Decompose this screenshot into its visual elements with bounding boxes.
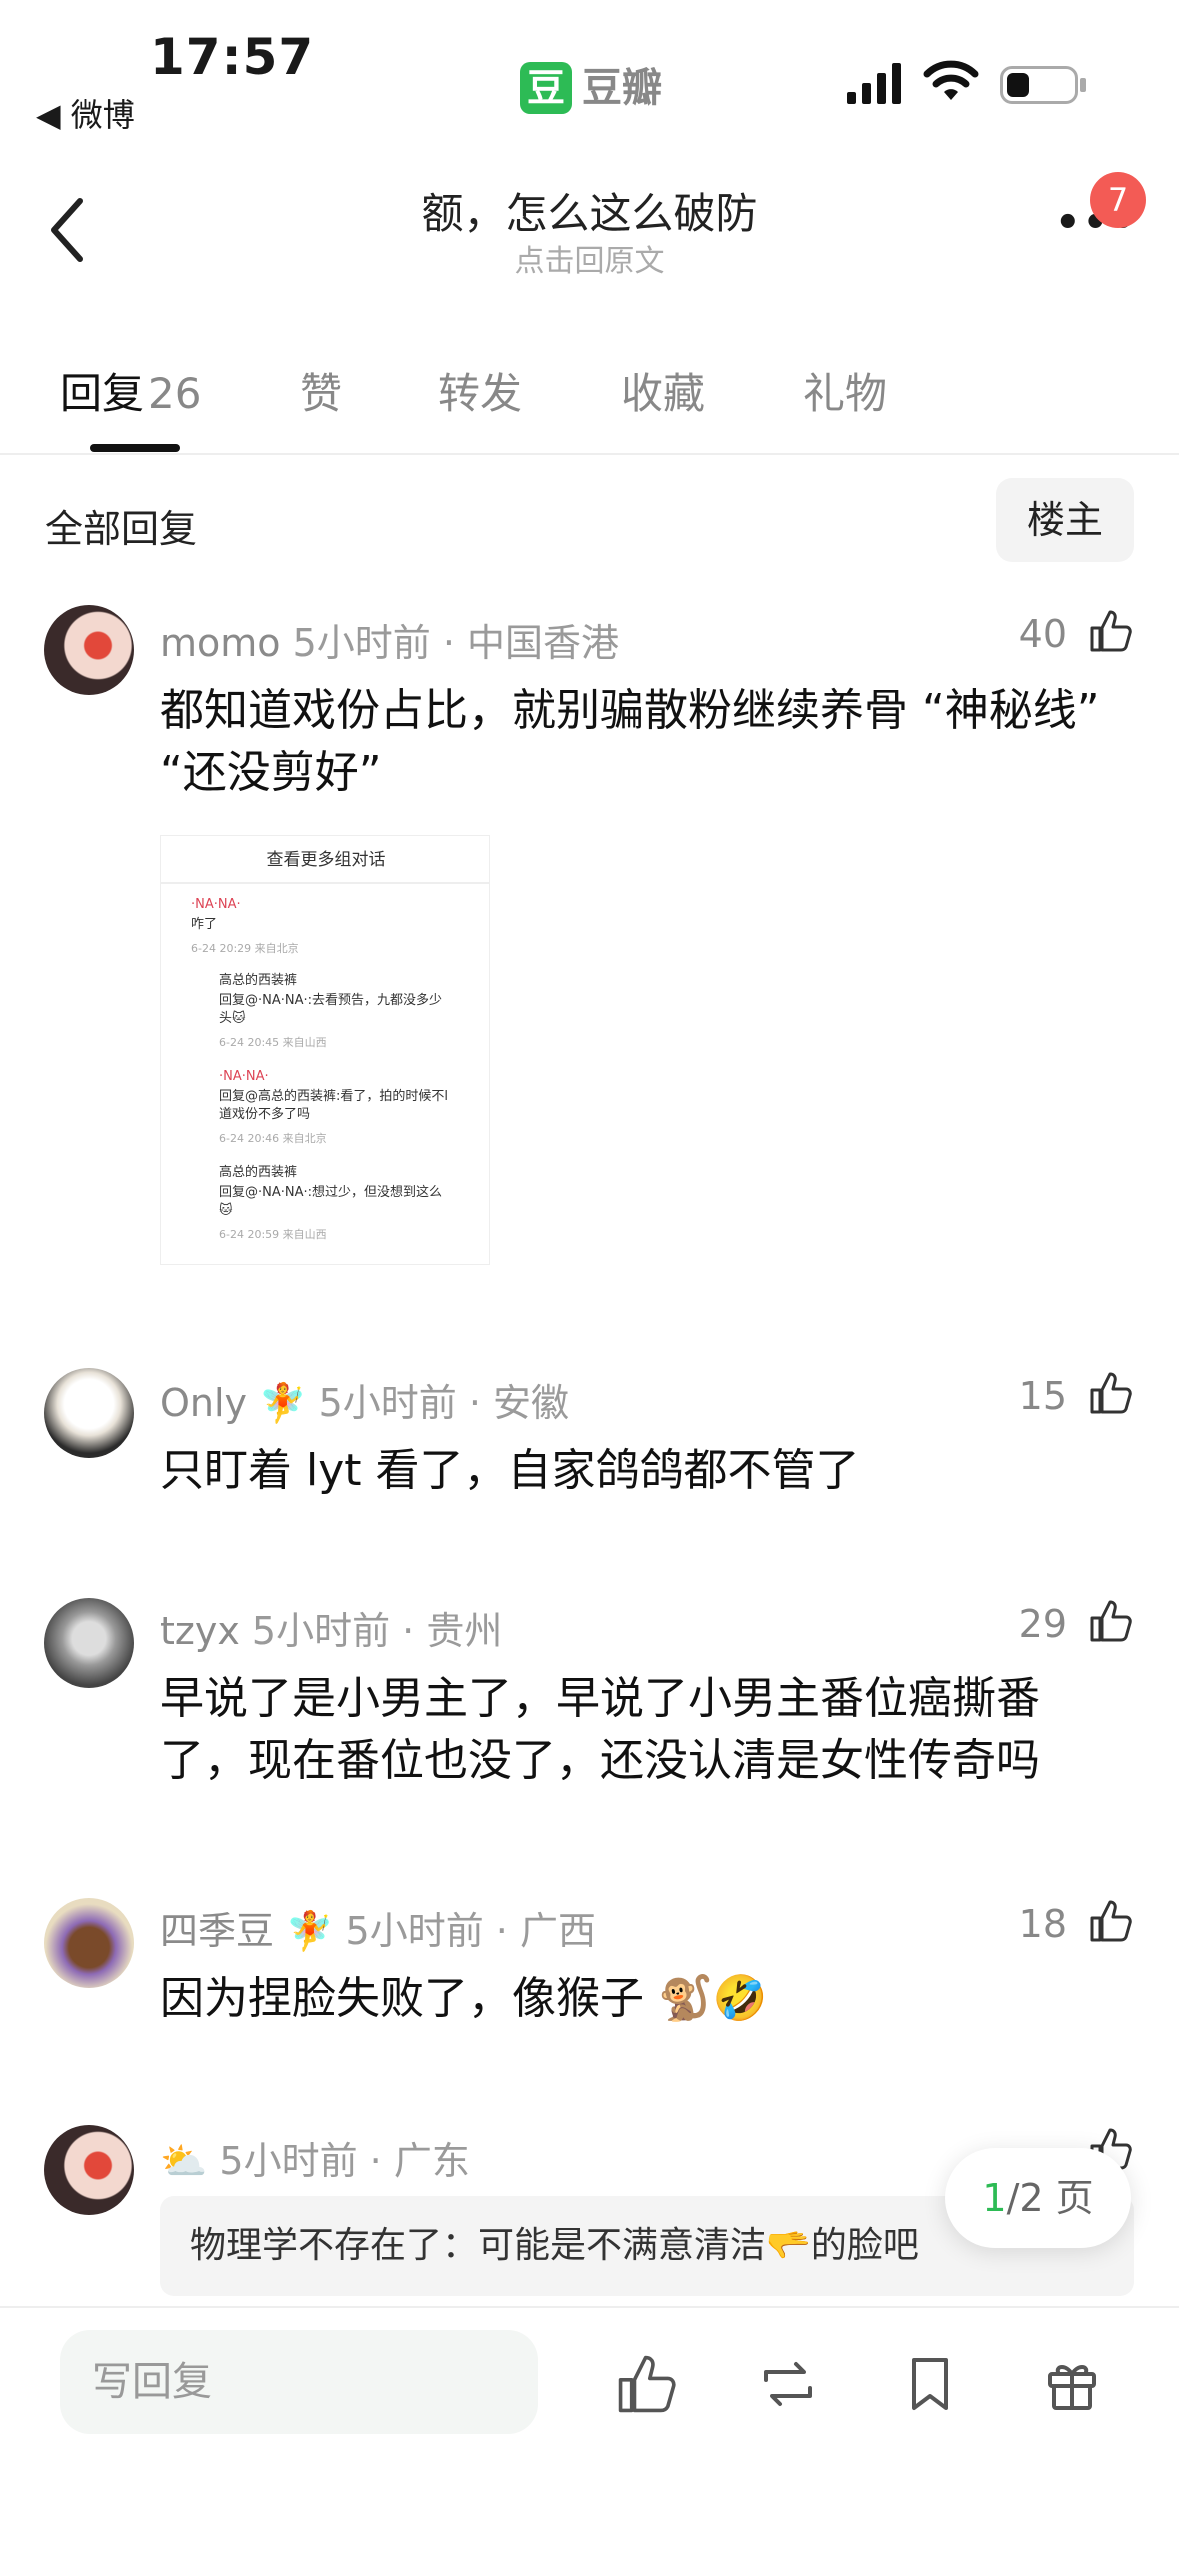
user-badge-icon: 🧚 xyxy=(286,1909,334,1953)
username[interactable]: 四季豆 xyxy=(160,1909,274,1953)
avatar[interactable] xyxy=(44,1368,134,1458)
attachment-text: 回复@·NA·NA·:去看预告，九都没多少 xyxy=(219,993,443,1008)
battery-icon xyxy=(1000,66,1078,104)
status-time: 17:57 xyxy=(150,28,315,86)
attachment-text: 咋了 xyxy=(191,917,218,932)
like-count: 40 xyxy=(1018,612,1067,656)
comment-meta: 5小时前 · 广东 xyxy=(219,2139,470,2183)
comment-meta: 5小时前 · 安徽 xyxy=(318,1381,569,1425)
attachment-meta: 6-24 20:46 来自北京 xyxy=(219,1132,327,1145)
active-tab-indicator xyxy=(90,444,180,452)
tab-label: 回复 xyxy=(60,369,145,418)
thumbs-up-icon[interactable] xyxy=(1088,1598,1134,1644)
owner-only-button[interactable]: 楼主 xyxy=(996,478,1134,562)
page-indicator[interactable]: 1/2 页 xyxy=(945,2148,1131,2248)
tab-gifts[interactable]: 礼物 xyxy=(803,360,887,421)
like-count: 29 xyxy=(1018,1602,1067,1646)
back-to-app-link[interactable]: ◀ 微博 xyxy=(36,90,135,136)
total-pages: /2 页 xyxy=(1006,2176,1094,2220)
comment-meta: 5小时前 · 贵州 xyxy=(251,1609,503,1653)
attachment-text: 道戏份不多了吗 xyxy=(219,1107,311,1122)
comment-header: 四季豆 🧚 5小时前 · 广西 xyxy=(160,1900,596,1955)
tab-likes[interactable]: 赞 xyxy=(300,360,342,421)
bottom-action-bar: 写回复 xyxy=(0,2306,1179,2556)
douban-logo: 豆 xyxy=(520,62,572,114)
like-count: 18 xyxy=(1018,1902,1067,1946)
attachment-user: ·NA·NA· xyxy=(219,1069,269,1084)
attachment-meta: 6-24 20:29 来自北京 xyxy=(191,942,299,955)
battery-tip xyxy=(1080,78,1086,92)
notification-badge: 7 xyxy=(1090,172,1146,228)
comment-text: 早说了是小男主了，早说了小男主番位癌撕番了，现在番位也没了，还没认清是女性传奇吗 xyxy=(160,1673,1040,1786)
tab-replies[interactable]: 回复26 xyxy=(60,360,201,421)
attachment-user: 高总的西装裤 xyxy=(219,973,298,988)
repost-icon[interactable] xyxy=(756,2352,820,2416)
username[interactable]: tzyx xyxy=(160,1609,240,1653)
username[interactable]: ⛅ xyxy=(160,2139,207,2183)
wifi-icon xyxy=(923,60,979,100)
comment-header: ⛅ 5小时前 · 广东 xyxy=(160,2130,470,2185)
attachment-text: 回复@·NA·NA·:想过少，但没想到这么 xyxy=(219,1185,443,1200)
attachment-text: 回复@高总的西装裤:看了，拍的时候不l xyxy=(219,1089,448,1104)
cellular-signal-icon xyxy=(847,63,901,104)
attachment-user: ·NA·NA· xyxy=(191,897,241,912)
comment-header: tzyx 5小时前 · 贵州 xyxy=(160,1600,502,1655)
app-name: 豆瓣 xyxy=(582,65,662,111)
thumbs-up-icon[interactable] xyxy=(1088,1370,1134,1416)
comment-meta: 5小时前 · 中国香港 xyxy=(292,621,620,665)
comment-text: 只盯着 lyt 看了，自家鸽鸽都不管了 xyxy=(160,1445,860,1496)
comment-text: 都知道戏份占比，就别骗散粉继续养骨 “神秘线” “还没剪好” xyxy=(160,685,1100,798)
tab-reposts[interactable]: 转发 xyxy=(438,360,522,421)
gift-icon[interactable] xyxy=(1040,2352,1104,2416)
like-count: 15 xyxy=(1018,1374,1067,1418)
username[interactable]: Only xyxy=(160,1381,247,1425)
tab-favorites[interactable]: 收藏 xyxy=(621,360,705,421)
avatar[interactable] xyxy=(44,2125,134,2215)
comment-header: Only 🧚 5小时前 · 安徽 xyxy=(160,1372,569,1427)
thumbs-up-icon[interactable] xyxy=(1088,608,1134,654)
user-badge-icon: 🧚 xyxy=(259,1381,307,1425)
attachment-header: 查看更多组对话 xyxy=(161,836,489,884)
comment-text: 因为捏脸失败了，像猴子 🐒🤣 xyxy=(160,1973,768,2024)
section-title: 全部回复 xyxy=(45,507,198,551)
current-page: 1 xyxy=(982,2176,1007,2220)
post-title[interactable]: 额，怎么这么破防 xyxy=(0,180,1179,241)
attachment-text: 🐱 xyxy=(219,1203,233,1218)
comment-image[interactable]: 查看更多组对话 ·NA·NA· 咋了 6-24 20:29 来自北京 高总的西装… xyxy=(160,835,490,1265)
bookmark-icon[interactable] xyxy=(898,2352,962,2416)
comment-meta: 5小时前 · 广西 xyxy=(345,1909,596,1953)
avatar[interactable] xyxy=(44,605,134,695)
attachment-meta: 6-24 20:59 来自山西 xyxy=(219,1228,327,1241)
attachment-user: 高总的西装裤 xyxy=(219,1165,298,1180)
reply-input[interactable]: 写回复 xyxy=(60,2330,538,2434)
comment-header: momo 5小时前 · 中国香港 xyxy=(160,612,619,667)
avatar[interactable] xyxy=(44,1598,134,1688)
attachment-meta: 6-24 20:45 来自山西 xyxy=(219,1036,327,1049)
tab-count: 26 xyxy=(148,369,202,418)
avatar[interactable] xyxy=(44,1898,134,1988)
attachment-text: 头🐱 xyxy=(219,1011,246,1026)
back-to-original-link[interactable]: 点击回原文 xyxy=(0,236,1179,280)
tab-bar: 回复26 赞 转发 收藏 礼物 xyxy=(0,360,1179,455)
thumbs-up-icon[interactable] xyxy=(1088,1898,1134,1944)
status-bar: 17:57 ◀ 微博 豆 豆瓣 xyxy=(0,0,1179,150)
username[interactable]: momo xyxy=(160,621,281,665)
thumbs-up-icon[interactable] xyxy=(615,2352,679,2416)
